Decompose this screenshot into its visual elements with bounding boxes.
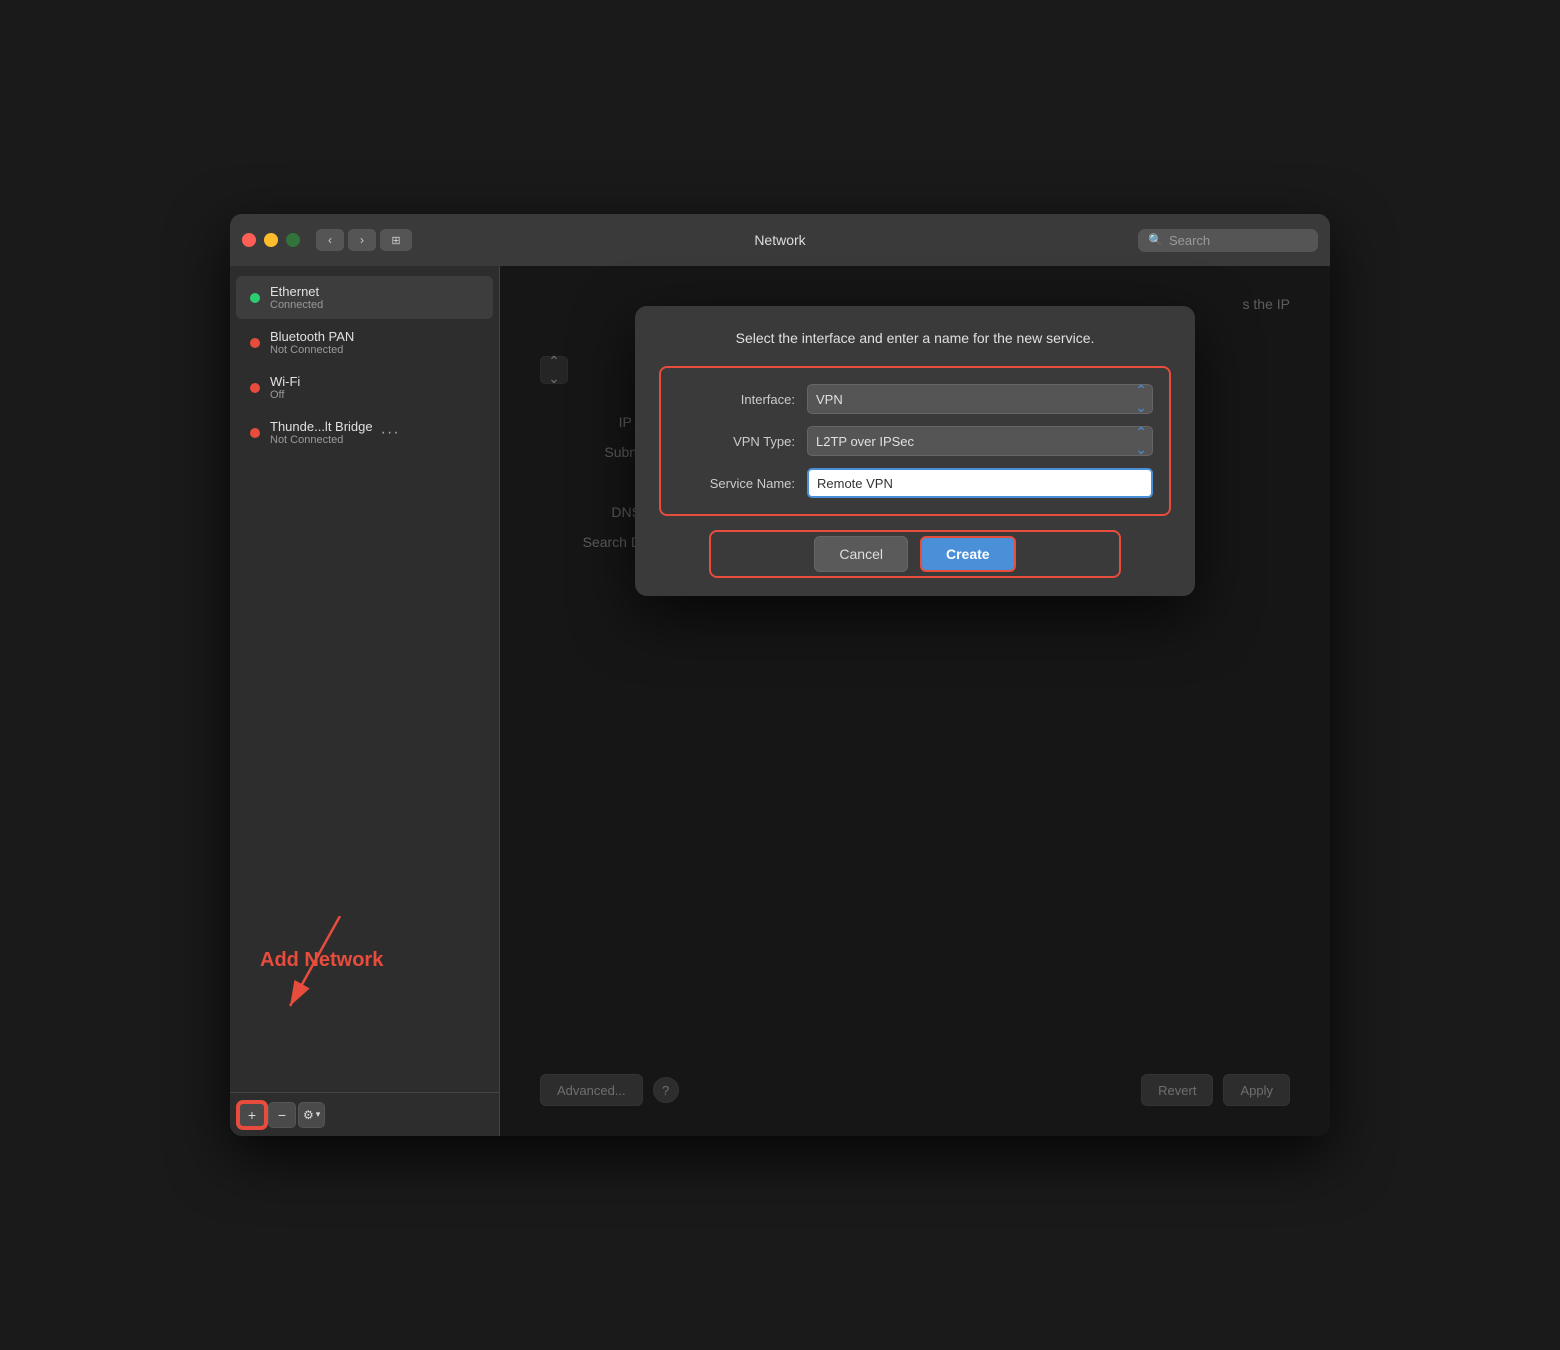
sidebar-item-thunderbolt[interactable]: Thunde...lt Bridge Not Connected ··· <box>236 411 493 454</box>
maximize-button[interactable] <box>286 233 300 247</box>
service-name-input[interactable] <box>807 468 1153 498</box>
minimize-button[interactable] <box>264 233 278 247</box>
network-window: ‹ › ⊞ Network 🔍 Ethernet Connected <box>230 214 1330 1136</box>
search-icon: 🔍 <box>1148 233 1163 247</box>
vpn-type-row: VPN Type: L2TP over IPSec ⌃⌄ <box>677 426 1153 456</box>
status-dot-ethernet <box>250 293 260 303</box>
service-name-label: Service Name: <box>677 476 807 491</box>
search-bar[interactable]: 🔍 <box>1138 229 1318 252</box>
forward-button[interactable]: › <box>348 229 376 251</box>
modal-overlay: Select the interface and enter a name fo… <box>500 266 1330 1136</box>
vpn-type-select[interactable]: L2TP over IPSec <box>807 426 1153 456</box>
ethernet-status: Connected <box>270 299 323 311</box>
annotation-area: Add Network <box>230 687 499 1092</box>
ethernet-info: Ethernet Connected <box>270 284 323 311</box>
main-content: Ethernet Connected Bluetooth PAN Not Con… <box>230 266 1330 1136</box>
wifi-status: Off <box>270 389 300 401</box>
create-button[interactable]: Create <box>920 536 1016 572</box>
interface-row: Interface: VPN ⌃⌄ <box>677 384 1153 414</box>
thunderbolt-status: Not Connected <box>270 434 373 446</box>
modal-form: Interface: VPN ⌃⌄ VPN Type: <box>659 366 1171 516</box>
gear-settings-button[interactable]: ⚙ ▾ <box>298 1102 325 1128</box>
new-service-modal: Select the interface and enter a name fo… <box>635 306 1195 596</box>
interface-select-wrapper: VPN ⌃⌄ <box>807 384 1153 414</box>
interface-select[interactable]: VPN <box>807 384 1153 414</box>
sidebar-item-ethernet[interactable]: Ethernet Connected <box>236 276 493 319</box>
grid-button[interactable]: ⊞ <box>380 229 412 251</box>
modal-title: Select the interface and enter a name fo… <box>659 330 1171 346</box>
thunderbolt-info: Thunde...lt Bridge Not Connected <box>270 419 373 446</box>
vpn-type-label: VPN Type: <box>677 434 807 449</box>
window-title: Network <box>754 232 805 248</box>
remove-network-button[interactable]: − <box>268 1102 296 1128</box>
interface-label: Interface: <box>677 392 807 407</box>
service-name-row: Service Name: <box>677 468 1153 498</box>
vpn-type-select-wrapper: L2TP over IPSec ⌃⌄ <box>807 426 1153 456</box>
right-panel: s the IP ⌃⌄ IP Address: 192.168.1.100 Su… <box>500 266 1330 1136</box>
sidebar-item-wifi[interactable]: Wi-Fi Off <box>236 366 493 409</box>
sidebar-item-bluetooth[interactable]: Bluetooth PAN Not Connected <box>236 321 493 364</box>
bluetooth-info: Bluetooth PAN Not Connected <box>270 329 354 356</box>
buttons-highlight-border <box>709 530 1121 578</box>
cancel-button[interactable]: Cancel <box>814 536 908 572</box>
chevron-down-icon: ▾ <box>316 1109 321 1120</box>
search-input[interactable] <box>1169 233 1308 248</box>
thunderbolt-name: Thunde...lt Bridge <box>270 419 373 434</box>
titlebar: ‹ › ⊞ Network 🔍 <box>230 214 1330 266</box>
gear-icon: ⚙ <box>303 1108 314 1122</box>
status-dot-bluetooth <box>250 338 260 348</box>
sidebar-controls: + − ⚙ ▾ <box>230 1092 499 1136</box>
modal-buttons: Cancel Create <box>659 536 1171 572</box>
add-network-button[interactable]: + <box>238 1102 266 1128</box>
traffic-lights <box>242 233 300 247</box>
sidebar: Ethernet Connected Bluetooth PAN Not Con… <box>230 266 500 1136</box>
back-button[interactable]: ‹ <box>316 229 344 251</box>
annotation-arrow-svg <box>280 916 400 1056</box>
close-button[interactable] <box>242 233 256 247</box>
bluetooth-status: Not Connected <box>270 344 354 356</box>
ethernet-name: Ethernet <box>270 284 323 299</box>
status-dot-wifi <box>250 383 260 393</box>
network-list: Ethernet Connected Bluetooth PAN Not Con… <box>230 266 499 687</box>
status-dot-thunderbolt <box>250 428 260 438</box>
wifi-name: Wi-Fi <box>270 374 300 389</box>
nav-buttons: ‹ › <box>316 229 376 251</box>
bluetooth-name: Bluetooth PAN <box>270 329 354 344</box>
wifi-info: Wi-Fi Off <box>270 374 300 401</box>
three-dots-icon: ··· <box>381 424 400 442</box>
